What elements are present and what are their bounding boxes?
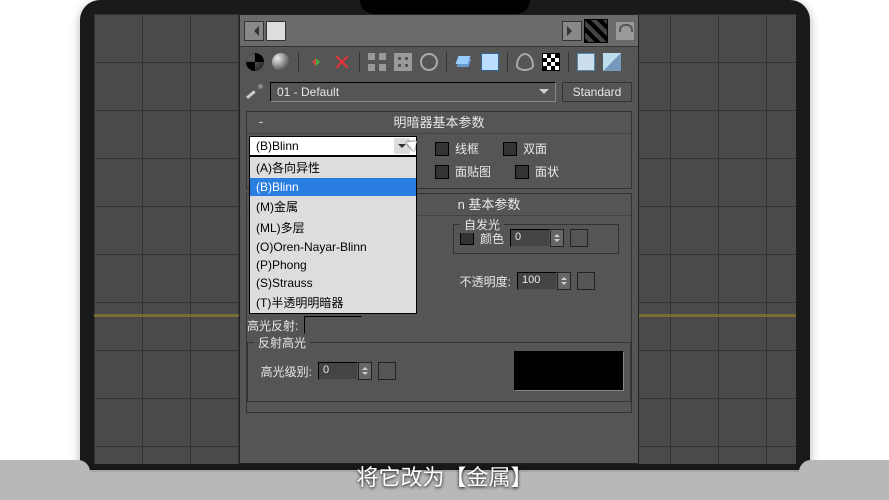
checkbox-label: 双面: [523, 140, 547, 157]
material-type-button[interactable]: Standard: [562, 82, 632, 102]
spinner-buttons[interactable]: [358, 362, 372, 380]
checkbox-icon: [515, 165, 529, 179]
material-editor-panel: 01 - Default Standard - 明暗器基本参数: [239, 14, 639, 464]
shader-option-blinn[interactable]: (B)Blinn: [250, 178, 416, 196]
specular-level-spinner[interactable]: 0: [318, 362, 372, 380]
rollout-title: 明暗器基本参数: [393, 115, 484, 130]
checkbox-label: 面状: [535, 163, 559, 180]
self-illum-checkbox[interactable]: [460, 231, 474, 245]
put-to-scene-icon[interactable]: [272, 53, 290, 71]
opacity-label: 不透明度:: [453, 273, 511, 290]
checkbox-label: 面贴图: [455, 163, 491, 180]
shader-type-select[interactable]: (B)Blinn: [249, 136, 417, 156]
specular-color-label: 高光反射:: [247, 317, 298, 334]
shader-dropdown-list: (A)各向异性 (B)Blinn (M)金属 (ML)多层 (O)Oren-Na…: [249, 156, 417, 314]
spinner-value[interactable]: 100: [517, 272, 557, 290]
specular-level-label: 高光级别:: [254, 363, 312, 380]
separator: [298, 52, 299, 72]
separator: [568, 52, 569, 72]
show-map-icon[interactable]: [455, 53, 473, 71]
video-caption: 将它改为【金属】: [356, 460, 532, 492]
specular-highlight-group: 反射高光 高光级别: 0: [247, 342, 631, 402]
laptop-frame: 01 - Default Standard - 明暗器基本参数: [80, 0, 810, 470]
go-to-parent-icon[interactable]: [516, 53, 534, 71]
spinner-value[interactable]: 0: [510, 229, 550, 247]
shader-option-translucent[interactable]: (T)半透明明暗器: [250, 292, 416, 313]
spinner-value[interactable]: 0: [318, 362, 358, 380]
two-sided-checkbox[interactable]: 双面: [503, 140, 547, 157]
checkbox-icon: [435, 142, 449, 156]
map-slot-button[interactable]: [577, 272, 595, 290]
spinner-buttons[interactable]: [550, 229, 564, 247]
pick-material-icon[interactable]: [246, 83, 264, 101]
spinner-buttons[interactable]: [557, 272, 571, 290]
show-end-result-icon[interactable]: [481, 53, 499, 71]
shader-option-orennayar[interactable]: (O)Oren-Nayar-Blinn: [250, 238, 416, 256]
notch: [360, 0, 530, 14]
reset-map-icon[interactable]: [333, 53, 351, 71]
separator: [359, 52, 360, 72]
chevron-right-icon: [567, 26, 577, 36]
select-by-material-icon[interactable]: [603, 53, 621, 71]
strip-prev-button[interactable]: [244, 21, 264, 41]
rollout-header[interactable]: - 明暗器基本参数: [247, 112, 631, 134]
shader-selected-text: (B)Blinn: [256, 139, 299, 153]
options-icon[interactable]: [577, 53, 595, 71]
self-illumination-group: 自发光 颜色 0: [453, 224, 619, 254]
self-illum-spinner[interactable]: 0: [510, 229, 564, 247]
shader-option-anisotropic[interactable]: (A)各向异性: [250, 157, 416, 178]
assign-to-selection-icon[interactable]: [307, 53, 325, 71]
material-id-icon[interactable]: [420, 53, 438, 71]
wireframe-checkbox[interactable]: 线框: [435, 140, 479, 157]
opacity-spinner[interactable]: 100: [517, 272, 571, 290]
checkbox-icon: [503, 142, 517, 156]
make-unique-icon[interactable]: [368, 53, 386, 71]
map-slot-button[interactable]: [570, 229, 588, 247]
material-name-row: 01 - Default Standard: [240, 77, 638, 107]
shader-option-phong[interactable]: (P)Phong: [250, 256, 416, 274]
group-title: 反射高光: [254, 334, 310, 351]
material-toolbar: [240, 47, 638, 77]
collapse-icon: -: [255, 116, 267, 128]
map-slot-button[interactable]: [378, 362, 396, 380]
shader-option-metal[interactable]: (M)金属: [250, 196, 416, 217]
shader-option-multilayer[interactable]: (ML)多层: [250, 217, 416, 238]
separator: [446, 52, 447, 72]
get-material-icon[interactable]: [246, 53, 264, 71]
background-toggle[interactable]: [584, 19, 608, 43]
group-title: 自发光: [460, 216, 504, 233]
chevron-left-icon: [249, 26, 259, 36]
shader-option-strauss[interactable]: (S)Strauss: [250, 274, 416, 292]
material-name-text: 01 - Default: [277, 85, 339, 99]
strip-next-button[interactable]: [562, 21, 582, 41]
highlight-curve-preview: [514, 351, 624, 391]
faceted-checkbox[interactable]: 面状: [515, 163, 559, 180]
chevron-down-icon: [539, 89, 549, 99]
sample-strip: [240, 15, 638, 47]
screen: 01 - Default Standard - 明暗器基本参数: [94, 14, 796, 464]
go-forward-icon[interactable]: [542, 53, 560, 71]
lock-icon[interactable]: [616, 22, 634, 40]
checkbox-icon: [435, 165, 449, 179]
shader-basic-rollout: - 明暗器基本参数 线框 双面: [246, 111, 632, 189]
separator: [507, 52, 508, 72]
cursor-icon: [407, 136, 421, 156]
strip-slot-selected[interactable]: [266, 21, 286, 41]
checkbox-label: 线框: [455, 140, 479, 157]
material-name-dropdown[interactable]: 01 - Default: [270, 82, 556, 102]
put-to-library-icon[interactable]: [394, 53, 412, 71]
specular-color-swatch[interactable]: [304, 316, 362, 334]
face-map-checkbox[interactable]: 面贴图: [435, 163, 491, 180]
